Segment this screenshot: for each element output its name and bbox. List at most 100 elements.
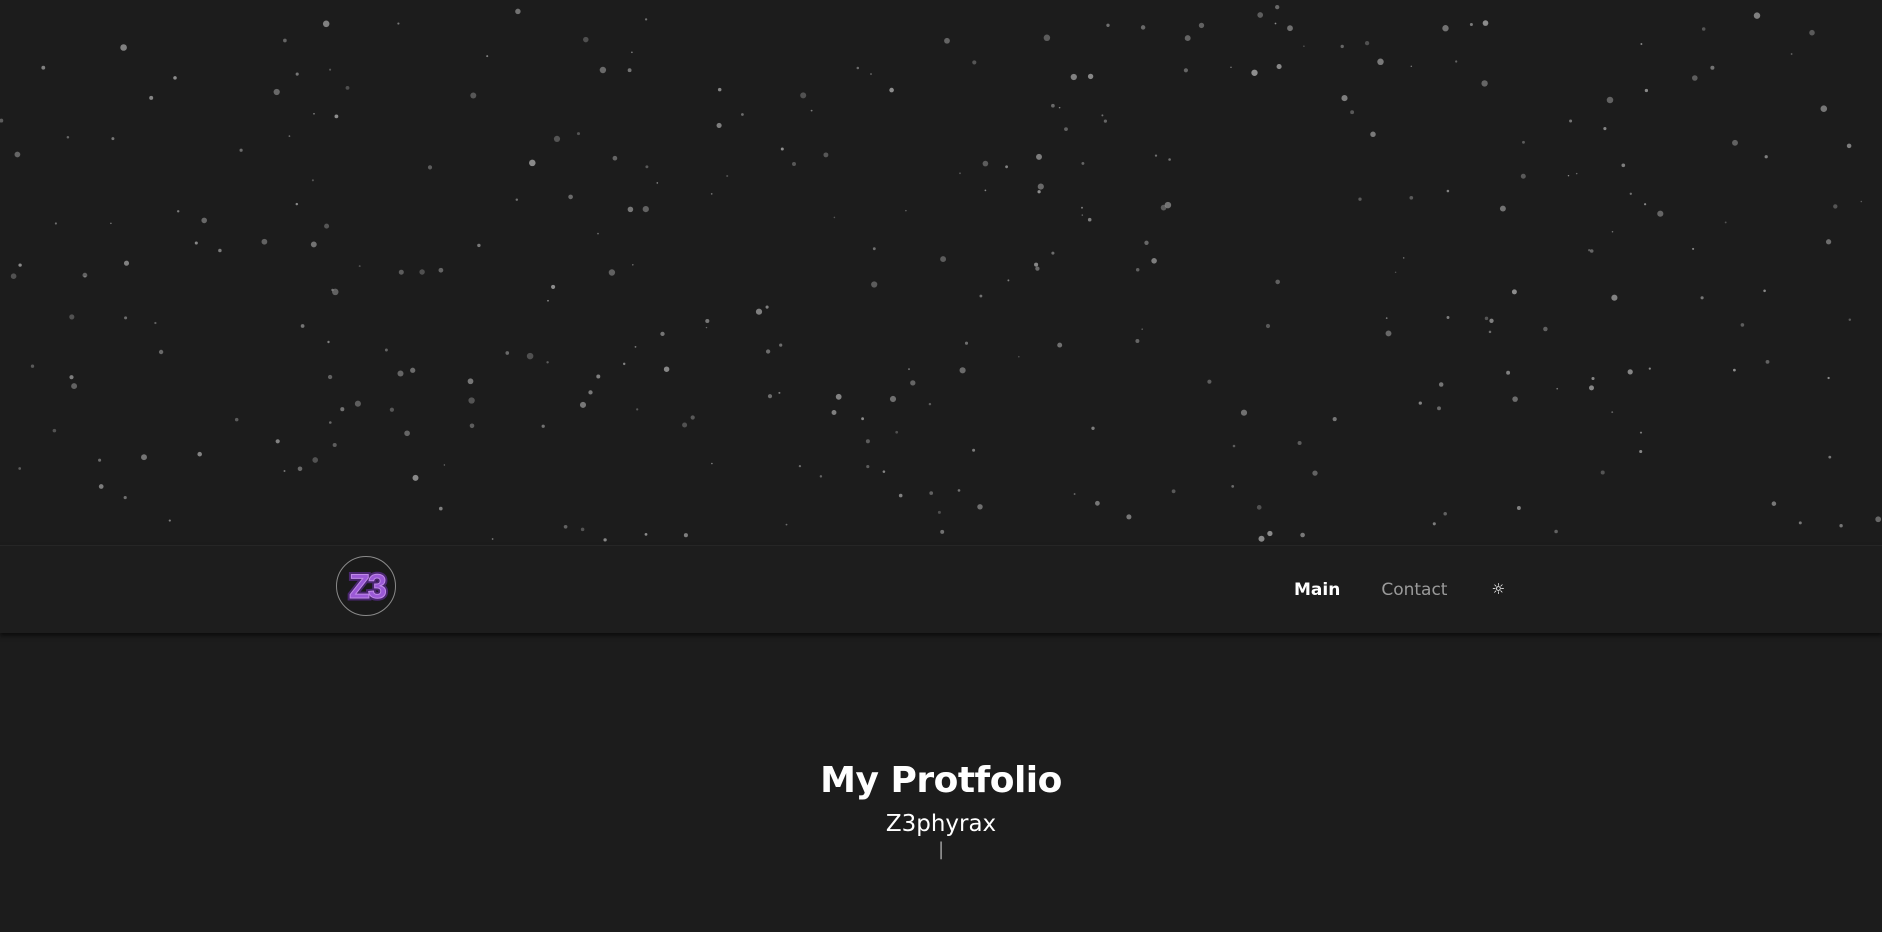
star-dot	[443, 464, 446, 466]
star-dot	[716, 122, 722, 128]
star-dot	[819, 475, 823, 478]
star-dot	[798, 464, 802, 468]
star-dot	[332, 288, 339, 296]
star-dot	[438, 267, 444, 273]
star-dot	[469, 423, 475, 429]
star-dot	[69, 314, 75, 320]
star-dot	[1520, 173, 1526, 179]
star-dot	[1051, 103, 1055, 108]
star-dot	[636, 408, 639, 411]
star-dot	[1287, 25, 1293, 32]
star-dot	[1499, 205, 1506, 212]
star-dot	[596, 374, 601, 379]
star-dot	[1484, 316, 1489, 321]
star-dot	[1828, 455, 1832, 459]
star-dot	[663, 366, 670, 372]
star-dot	[0, 118, 4, 123]
star-dot	[1692, 247, 1695, 250]
star-dot	[30, 364, 35, 368]
star-dot	[785, 523, 788, 526]
star-dot	[1274, 22, 1277, 25]
star-dot	[470, 92, 477, 99]
star-dot	[1070, 73, 1077, 81]
star-dot	[1790, 53, 1793, 55]
star-dot	[1312, 470, 1318, 476]
star-dot	[959, 367, 966, 374]
star-dot	[297, 466, 303, 472]
star-dot	[1606, 96, 1614, 104]
star-dot	[176, 210, 180, 213]
star-dot	[384, 348, 388, 352]
star-dot	[1358, 197, 1362, 201]
star-dot	[1733, 368, 1736, 372]
star-dot	[283, 470, 286, 472]
star-dot	[553, 135, 561, 142]
star-dot	[1332, 417, 1337, 422]
star-dot	[940, 256, 947, 263]
star-dot	[1701, 27, 1706, 31]
star-dot	[1364, 40, 1370, 46]
star-dot	[1081, 161, 1085, 165]
star-dot	[861, 417, 865, 421]
star-dot	[977, 504, 983, 510]
star-dot	[780, 147, 784, 151]
star-dot	[644, 18, 648, 21]
star-dot	[1516, 506, 1521, 510]
star-dot	[645, 165, 649, 169]
star-dot	[1432, 522, 1436, 526]
star-dot	[1410, 65, 1413, 68]
star-dot	[52, 428, 57, 433]
star-dot	[576, 132, 581, 136]
star-dot	[419, 269, 425, 275]
star-dot	[468, 397, 475, 404]
star-dot	[1543, 326, 1548, 332]
star-dot	[1043, 34, 1051, 42]
star-dot	[1251, 69, 1258, 76]
star-dot	[82, 272, 88, 278]
star-dot	[1034, 262, 1039, 267]
star-dot	[1081, 206, 1083, 209]
star-dot	[149, 95, 154, 100]
star-dot	[683, 533, 688, 538]
logo-link[interactable]: Z3 Z3	[336, 556, 396, 616]
star-dot	[1064, 127, 1068, 131]
star-dot	[1603, 127, 1607, 131]
star-dot	[711, 462, 713, 465]
star-dot	[486, 55, 489, 58]
star-dot	[1265, 323, 1271, 329]
star-dot	[1446, 316, 1450, 319]
star-dot	[71, 383, 78, 390]
star-dot	[10, 273, 17, 280]
star-dot	[410, 367, 416, 373]
nav-link-contact[interactable]: Contact	[1381, 580, 1447, 600]
star-dot	[1589, 249, 1594, 253]
star-dot	[41, 65, 46, 70]
star-dot	[984, 189, 987, 192]
star-dot	[1207, 379, 1212, 384]
star-dot	[1611, 230, 1614, 233]
star-dot	[705, 326, 708, 329]
star-dot	[964, 341, 969, 345]
nav-link-main[interactable]: Main	[1294, 580, 1340, 600]
star-dot	[1825, 239, 1832, 245]
star-dot	[1171, 489, 1176, 494]
star-dot	[1648, 367, 1651, 370]
star-dot	[1820, 105, 1828, 112]
star-dot	[404, 430, 410, 437]
theme-toggle-sun-icon[interactable]: ☼	[1491, 580, 1504, 598]
star-dot	[959, 172, 961, 175]
star-dot	[1230, 66, 1232, 69]
star-dot	[957, 489, 961, 492]
star-dot	[1700, 296, 1704, 300]
star-dot	[1183, 68, 1188, 73]
typing-cursor: |	[937, 839, 945, 860]
star-dot	[1833, 204, 1838, 209]
star-dot	[1691, 75, 1698, 81]
star-dot	[1141, 328, 1143, 330]
star-dot	[332, 442, 337, 448]
star-dot	[541, 424, 545, 428]
star-dot	[1256, 505, 1262, 510]
star-dot	[54, 222, 57, 225]
star-dot	[324, 223, 330, 229]
star-dot	[800, 92, 807, 99]
